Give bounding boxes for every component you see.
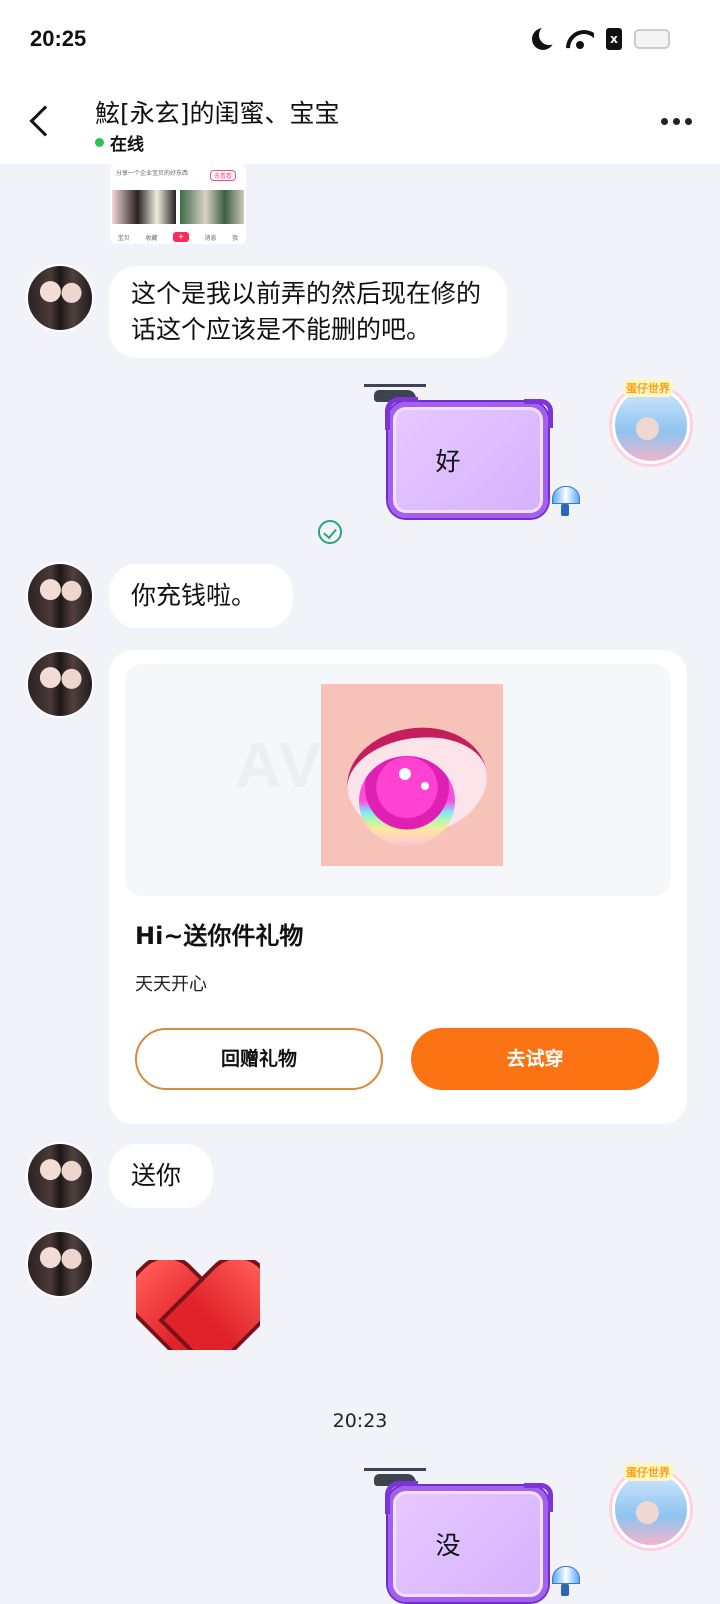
my-avatar[interactable]: 蛋仔世界 bbox=[612, 1463, 690, 1548]
heart-sticker[interactable] bbox=[136, 1260, 260, 1350]
shared-post-image bbox=[112, 190, 176, 224]
sent-check-icon bbox=[318, 520, 342, 544]
message-text: 没 bbox=[435, 1531, 461, 1560]
message-text: 送你 bbox=[131, 1161, 182, 1190]
online-status: 在线 bbox=[95, 130, 144, 155]
chat-title[interactable]: 鮌[永玄]的闺蜜、宝宝 bbox=[95, 94, 340, 130]
parachute-icon bbox=[552, 486, 580, 520]
more-options-icon[interactable] bbox=[661, 118, 692, 125]
status-icons: x bbox=[532, 25, 670, 50]
return-gift-button[interactable]: 回赠礼物 bbox=[135, 1028, 383, 1090]
avatar-badge: 蛋仔世界 bbox=[623, 1463, 673, 1481]
try-on-button[interactable]: 去试穿 bbox=[411, 1028, 659, 1090]
status-time: 20:25 bbox=[30, 26, 87, 51]
message-bubble[interactable]: 你充钱啦。 bbox=[109, 564, 293, 628]
shared-post-nav: 宝贝 收藏 + 消息 我 bbox=[110, 232, 246, 242]
message-text: 这个是我以前弄的然后现在修的话这个应该是不能删的吧。 bbox=[131, 279, 482, 344]
gift-image-area: AVATAR bbox=[125, 664, 671, 896]
chat-header: 鮌[永玄]的闺蜜、宝宝 在线 bbox=[0, 80, 720, 164]
shared-post-image bbox=[180, 190, 244, 224]
friend-avatar[interactable] bbox=[26, 1230, 94, 1298]
shared-post-nav-item: 收藏 bbox=[145, 234, 158, 242]
shared-post-nav-item: 宝贝 bbox=[117, 234, 130, 242]
parachute-icon bbox=[552, 1566, 580, 1600]
friend-avatar[interactable] bbox=[26, 562, 94, 630]
my-avatar[interactable]: 蛋仔世界 bbox=[612, 379, 690, 464]
message-bubble[interactable]: 这个是我以前弄的然后现在修的话这个应该是不能删的吧。 bbox=[109, 266, 507, 358]
message-timestamp: 20:23 bbox=[332, 1410, 388, 1432]
my-message-bubble[interactable]: 没 bbox=[385, 1481, 553, 1602]
shared-post-nav-item: 我 bbox=[232, 234, 239, 242]
shared-post-card[interactable]: 分享一个企业宝贝的好东西 去看看 宝贝 收藏 + 消息 我 bbox=[110, 164, 246, 244]
friend-avatar[interactable] bbox=[26, 264, 94, 332]
back-arrow-icon[interactable] bbox=[29, 105, 61, 137]
friend-avatar[interactable] bbox=[26, 650, 94, 718]
gift-subtitle: 天天开心 bbox=[135, 974, 207, 995]
friend-avatar[interactable] bbox=[26, 1142, 94, 1210]
wifi-icon bbox=[566, 28, 594, 50]
battery-icon bbox=[634, 29, 670, 49]
sim-icon: x bbox=[606, 28, 622, 50]
shared-post-nav-item: 消息 bbox=[204, 234, 217, 242]
message-bubble[interactable]: 送你 bbox=[109, 1144, 213, 1208]
gift-eye-image bbox=[321, 684, 503, 866]
avatar-badge: 蛋仔世界 bbox=[623, 379, 673, 397]
gift-title: Hi~送你件礼物 bbox=[135, 922, 304, 950]
shared-post-tag: 去看看 bbox=[209, 170, 236, 181]
gift-card[interactable]: AVATAR Hi~送你件礼物 天天开心 回赠礼物 去试穿 bbox=[109, 650, 687, 1124]
my-message-bubble[interactable]: 好 bbox=[385, 397, 553, 518]
message-text: 你充钱啦。 bbox=[131, 581, 257, 610]
online-status-text: 在线 bbox=[110, 135, 144, 155]
online-dot-icon bbox=[95, 138, 104, 147]
moon-icon bbox=[532, 25, 559, 50]
shared-post-plus-icon: + bbox=[172, 232, 189, 242]
status-bar: 20:25 x bbox=[0, 0, 720, 80]
message-text: 好 bbox=[435, 447, 461, 476]
